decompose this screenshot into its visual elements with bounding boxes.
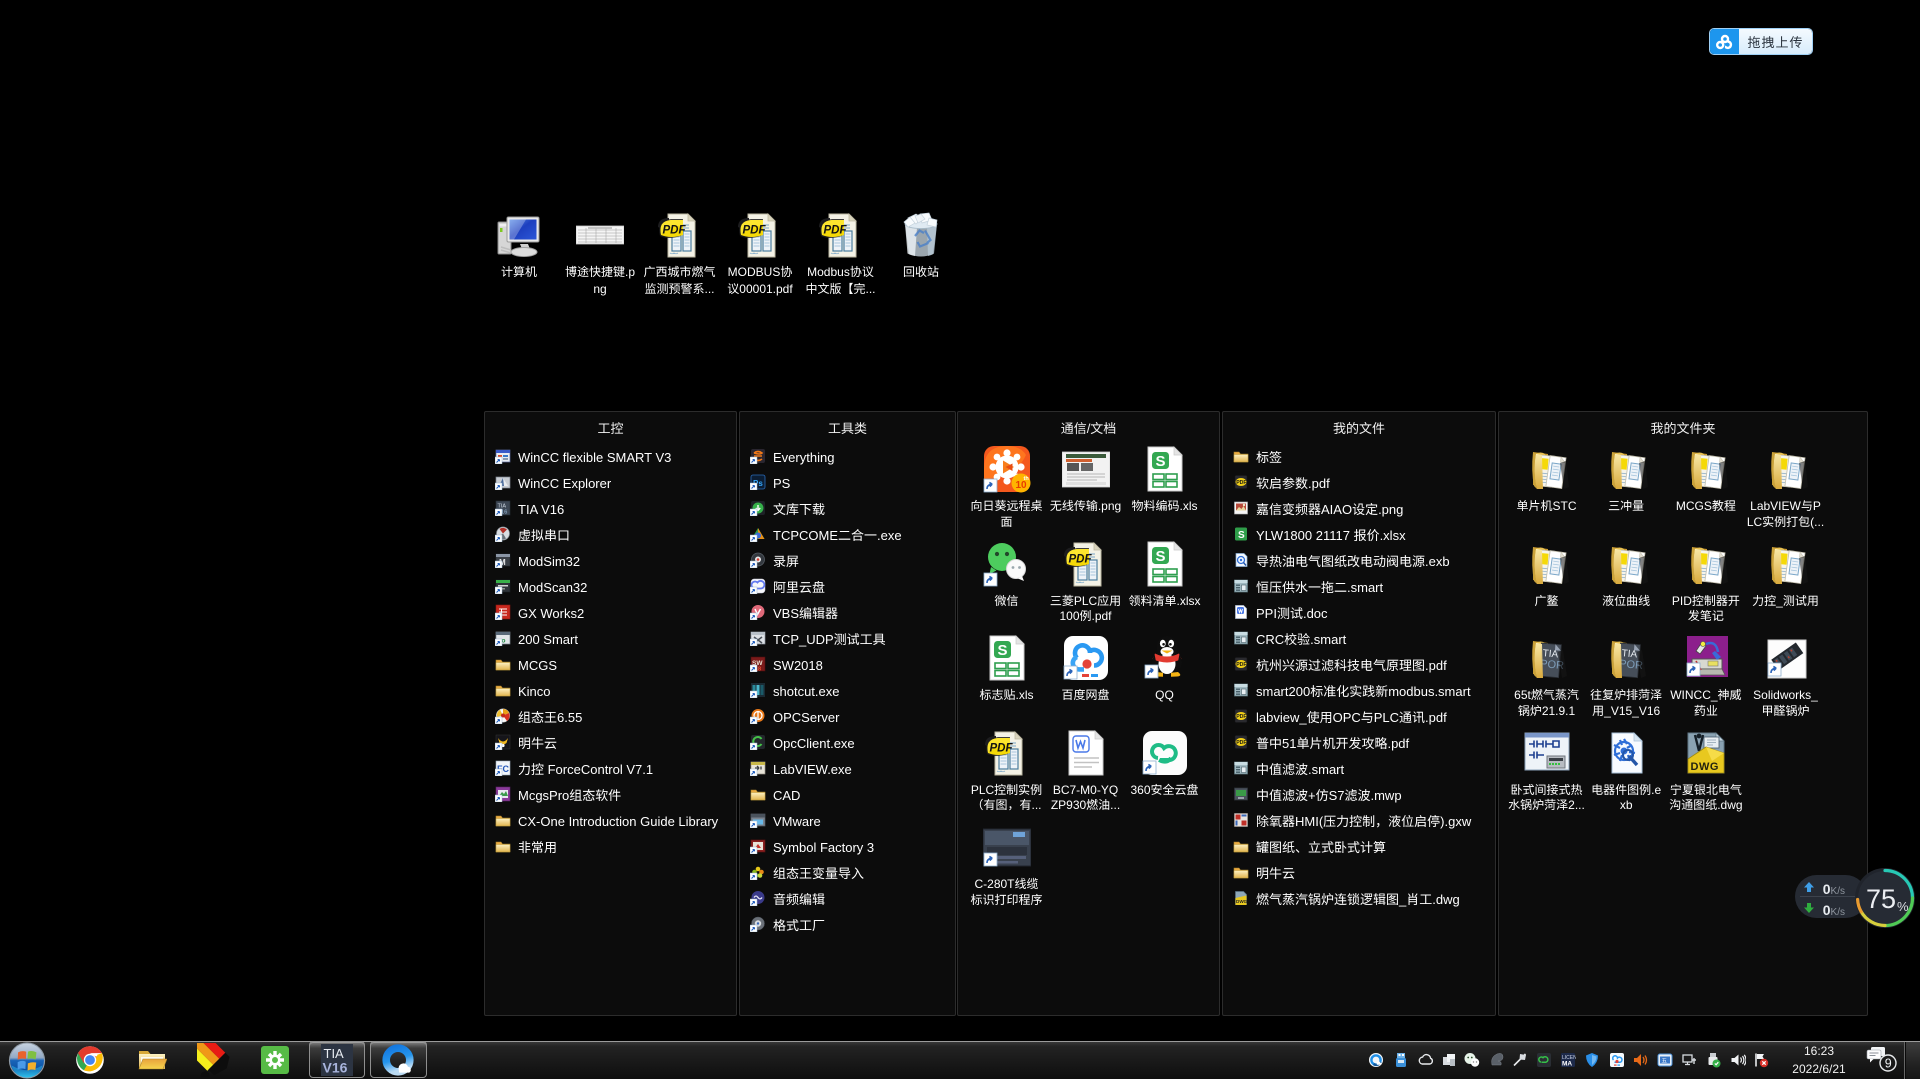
svg-text:DWG: DWG [1236, 899, 1248, 904]
svg-text:五: 五 [1662, 1058, 1668, 1065]
svg-text:%: % [1897, 896, 1909, 915]
svg-text:MA: MA [1562, 1061, 1572, 1068]
svg-text:75: 75 [1866, 877, 1896, 916]
svg-text:9: 9 [1885, 1057, 1892, 1071]
svg-text:V16: V16 [323, 1060, 348, 1076]
svg-text:PDF: PDF [1236, 740, 1246, 746]
svg-text:PDF: PDF [1236, 662, 1246, 668]
svg-text:PDF: PDF [1236, 714, 1246, 720]
svg-text:PDF: PDF [1236, 480, 1246, 486]
svg-text:S: S [1238, 530, 1245, 541]
